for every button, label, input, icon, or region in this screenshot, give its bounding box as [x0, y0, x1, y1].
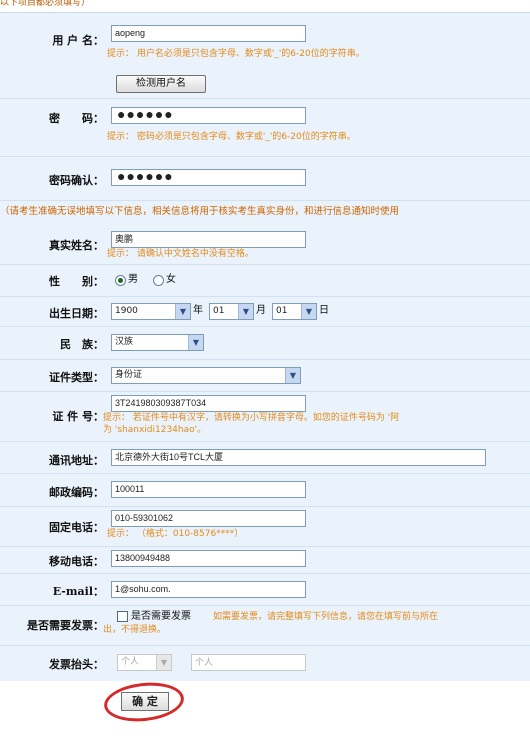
invoice-title-select-value: 个人 — [121, 657, 140, 667]
row-id-number: 证 件 号： 3T241980309387T034 提示： 若证件号中有汉字，请… — [0, 391, 530, 442]
id-type-value: 身份证 — [115, 370, 143, 380]
gender-female-radio[interactable] — [153, 275, 164, 286]
username-label: 用 户 名： — [52, 34, 104, 47]
row-id-type: 证件类型： 身份证 ▼ — [0, 359, 530, 392]
row-password-confirm: 密码确认： ●●●●●● — [0, 156, 530, 201]
id-number-label: 证 件 号： — [52, 410, 104, 423]
row-ethnicity: 民 族： 汉族 ▼ — [0, 326, 530, 360]
password-confirm-input[interactable]: ●●●●●● — [111, 169, 306, 186]
row-invoice-title: 发票抬头： 个人 ▼ 个人 — [0, 645, 530, 680]
email-input[interactable]: 1@sohu.com. — [111, 581, 306, 598]
month-unit: 月 — [256, 305, 266, 316]
id-number-hint-line2: 为 'shanxidi1234hao'。 — [103, 425, 207, 435]
invoice-title-input[interactable]: 个人 — [191, 654, 306, 671]
birth-year-value: 1900 — [115, 306, 138, 316]
invoice-hint-line2: 出，不得退换。 — [103, 625, 167, 635]
real-name-label: 真实姓名： — [49, 239, 104, 252]
password-input[interactable]: ●●●●●● — [111, 107, 306, 124]
birth-date-label: 出生日期： — [49, 307, 104, 320]
mobile-input[interactable]: 13800949488 — [111, 550, 306, 567]
chevron-down-icon: ▼ — [175, 304, 190, 319]
row-password: 密 码： ●●●●●● 提示： 密码必须是只包含字母、数字或'_'的6-20位的… — [0, 98, 530, 157]
row-gender: 性 别： 男 女 — [0, 264, 530, 297]
id-number-hint-line1: 提示： 若证件号中有汉字，请转换为小写拼音字母。如您的证件号码为 '阿 — [103, 413, 400, 423]
username-hint: 提示： 用户名必须是只包含字母、数字或'_'的6-20位的字符串。 — [107, 49, 365, 59]
phone-input[interactable]: 010-59301062 — [111, 510, 306, 527]
password-hint: 提示： 密码必须是只包含字母、数字或'_'的6-20位的字符串。 — [107, 132, 356, 142]
form-instruction-note: 以下项目都必须填写） — [0, 0, 91, 8]
password-label: 密 码： — [49, 112, 104, 125]
chevron-down-icon: ▼ — [156, 655, 171, 670]
row-real-name: 真实姓名： 奥鹏 提示： 请确认中文姓名中没有空格。 — [0, 224, 530, 265]
row-phone: 固定电话： 010-59301062 提示： （格式：010-8576****） — [0, 506, 530, 547]
ethnicity-select[interactable]: 汉族 ▼ — [111, 334, 204, 351]
birth-day-value: 01 — [276, 306, 288, 316]
row-address: 通讯地址： 北京德外大街10号TCL大厦 — [0, 441, 530, 474]
gender-male-radio[interactable] — [115, 275, 126, 286]
year-unit: 年 — [193, 305, 203, 316]
invoice-needed-checkbox-label: 是否需要发票 — [131, 611, 191, 622]
id-type-label: 证件类型： — [49, 371, 104, 384]
real-name-input[interactable]: 奥鹏 — [111, 231, 306, 248]
invoice-title-select[interactable]: 个人 ▼ — [117, 654, 172, 671]
invoice-needed-checkbox[interactable] — [117, 611, 128, 622]
submit-button[interactable]: 确 定 — [121, 692, 169, 711]
chevron-down-icon: ▼ — [188, 335, 203, 350]
row-email: E-mail： 1@sohu.com. — [0, 573, 530, 606]
gender-male-label: 男 — [128, 274, 138, 285]
postal-code-input[interactable]: 100011 — [111, 481, 306, 498]
chevron-down-icon: ▼ — [285, 368, 300, 383]
birth-year-select[interactable]: 1900 ▼ — [111, 303, 191, 320]
address-input[interactable]: 北京德外大街10号TCL大厦 — [111, 449, 486, 466]
mobile-label: 移动电话： — [49, 555, 104, 568]
check-username-button[interactable]: 检测用户名 — [116, 75, 206, 93]
row-postal-code: 邮政编码： 100011 — [0, 473, 530, 507]
row-invoice-needed: 是否需要发票： 是否需要发票 如需要发票，请完整填写下列信息，请您在填写前与所在… — [0, 605, 530, 646]
id-number-input[interactable]: 3T241980309387T034 — [111, 395, 306, 412]
row-username: 用 户 名： aopeng 提示： 用户名必须是只包含字母、数字或'_'的6-2… — [0, 18, 530, 99]
invoice-title-label: 发票抬头： — [49, 658, 104, 671]
real-name-hint: 提示： 请确认中文姓名中没有空格。 — [107, 249, 254, 259]
ethnicity-value: 汉族 — [115, 337, 134, 347]
phone-hint: 提示： （格式：010-8576****） — [107, 529, 244, 539]
row-mobile: 移动电话： 13800949488 — [0, 546, 530, 574]
personal-info-notice: （请考生准确无误地填写以下信息，相关信息将用于核实考生真实身份，和进行信息通知时… — [0, 206, 400, 217]
birth-day-select[interactable]: 01 ▼ — [272, 303, 317, 320]
id-type-select[interactable]: 身份证 ▼ — [111, 367, 301, 384]
chevron-down-icon: ▼ — [238, 304, 253, 319]
gender-female-label: 女 — [166, 274, 176, 285]
ethnicity-label: 民 族： — [60, 338, 104, 351]
password-confirm-label: 密码确认： — [49, 174, 104, 187]
phone-label: 固定电话： — [49, 521, 104, 534]
email-label: E-mail： — [52, 585, 104, 598]
invoice-hint-line1: 如需要发票，请完整填写下列信息，请您在填写前与所在 — [213, 612, 439, 622]
address-label: 通讯地址： — [49, 454, 104, 467]
row-birth-date: 出生日期： 1900 ▼ 年 01 ▼ 月 01 ▼ 日 — [0, 296, 530, 327]
birth-month-value: 01 — [213, 306, 225, 316]
gender-label: 性 别： — [49, 275, 104, 288]
day-unit: 日 — [319, 305, 329, 316]
username-input[interactable]: aopeng — [111, 25, 306, 42]
postal-code-label: 邮政编码： — [49, 486, 104, 499]
birth-month-select[interactable]: 01 ▼ — [209, 303, 254, 320]
chevron-down-icon: ▼ — [301, 304, 316, 319]
invoice-needed-label: 是否需要发票： — [27, 619, 104, 632]
